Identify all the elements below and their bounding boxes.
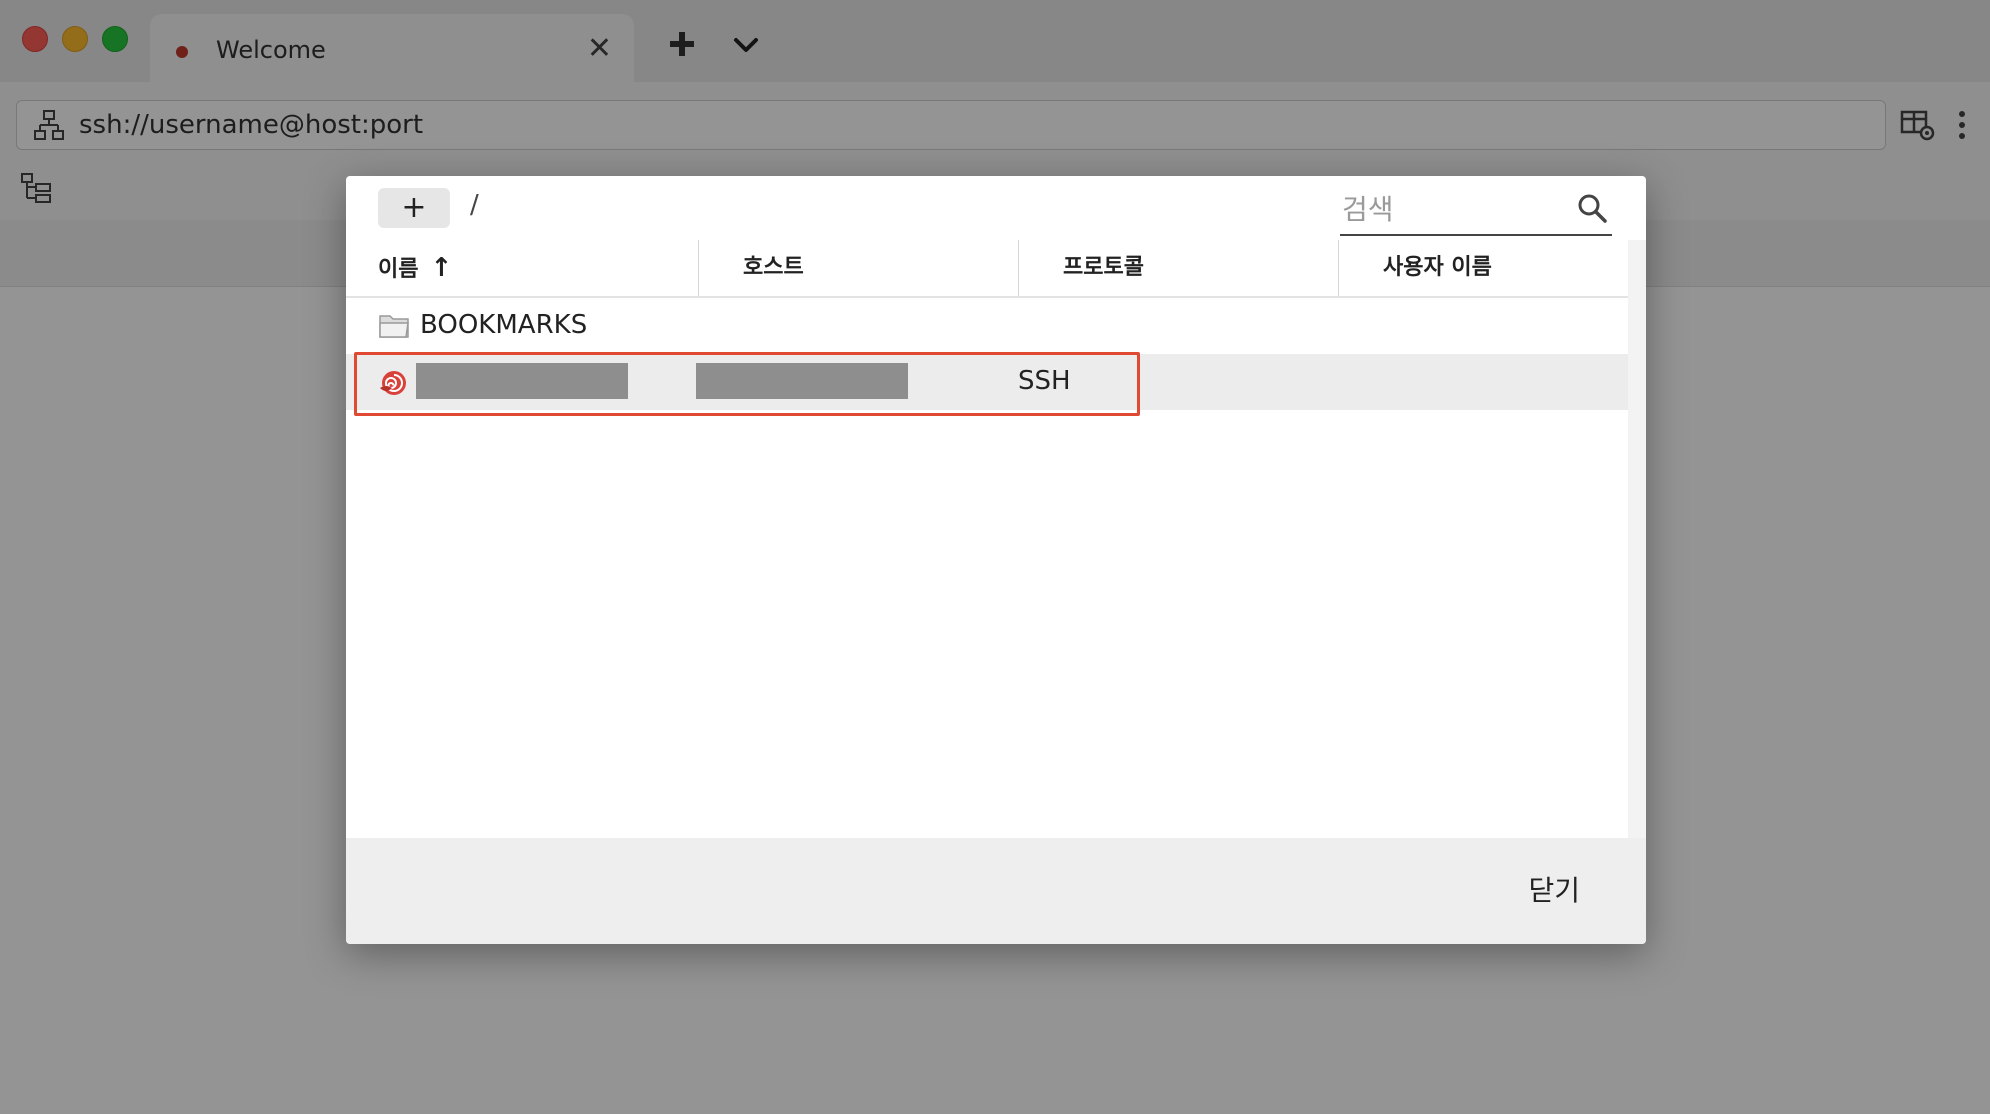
column-name-label: 이름 — [378, 257, 419, 282]
bookmark-list: BOOKMARKS SSH — [346, 298, 1628, 838]
sort-arrow-icon: ↑ — [430, 253, 453, 283]
close-button[interactable]: 닫기 — [1522, 868, 1586, 910]
table-header: 이름 ↑ 호스트 프로토콜 사용자 이름 — [346, 240, 1628, 298]
column-header-host[interactable]: 호스트 — [698, 240, 1031, 296]
scrollbar-track[interactable] — [1628, 240, 1646, 838]
column-header-name[interactable]: 이름 ↑ — [378, 240, 666, 296]
search-field[interactable] — [1340, 184, 1612, 236]
table-row[interactable]: SSH — [346, 352, 1628, 416]
folder-open-icon — [379, 315, 409, 338]
search-icon[interactable] — [1576, 192, 1608, 224]
table-row[interactable]: BOOKMARKS — [346, 298, 1628, 354]
breadcrumb-path: / — [470, 190, 479, 220]
app-window: Welcome ✕ ssh://username@host:port + / 검… — [0, 0, 1990, 1114]
dialog-footer: 닫기 — [346, 838, 1646, 944]
folder-name: BOOKMARKS — [420, 310, 588, 340]
selection-highlight — [354, 352, 1140, 416]
column-header-username[interactable]: 사용자 이름 — [1338, 240, 1671, 296]
column-header-protocol[interactable]: 프로토콜 — [1018, 240, 1351, 296]
add-bookmark-button[interactable]: + — [378, 188, 450, 228]
search-input[interactable] — [1340, 190, 1564, 228]
bookmarks-dialog: + / 이름↑ 호스트 프로토콜 사용자 이름 BOOKMARKS — [346, 176, 1646, 944]
